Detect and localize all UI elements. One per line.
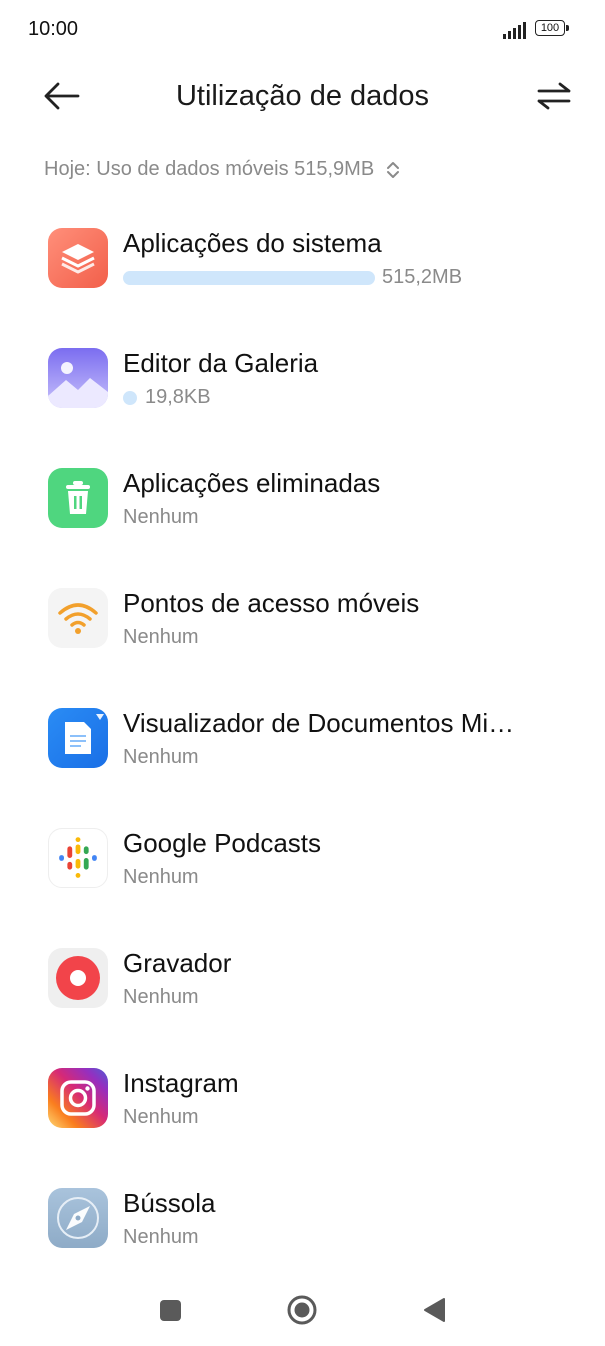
battery-level: 100 (540, 22, 560, 34)
battery-icon: 100 (535, 20, 569, 38)
summary-text: Hoje: Uso de dados móveis 515,9MB (44, 158, 375, 180)
signal-icon (503, 22, 526, 39)
home-button[interactable] (282, 1290, 322, 1330)
data-usage-period-selector[interactable]: Hoje: Uso de dados móveis 515,9MB (44, 158, 400, 181)
compass-icon (48, 1188, 108, 1248)
app-name: Aplicações eliminadas (123, 468, 381, 498)
usage-value: Nenhum (123, 986, 199, 1008)
system-apps-icon (48, 228, 108, 288)
app-name: Pontos de acesso móveis (123, 588, 420, 618)
app-name: Aplicações do sistema (123, 228, 382, 258)
navigation-bar (0, 1270, 605, 1346)
app-name: Editor da Galeria (123, 348, 319, 378)
usage-value: Nenhum (123, 1106, 199, 1128)
app-name: Gravador (123, 948, 232, 978)
app-name: Bússola (123, 1188, 216, 1218)
app-name: Visualizador de Documentos Mi… (123, 708, 515, 738)
status-bar: 10:00 100 (0, 0, 605, 60)
app-usage: Nenhum (123, 1226, 199, 1249)
app-usage: Nenhum (123, 626, 199, 649)
usage-value: Nenhum (123, 746, 199, 768)
sort-button[interactable] (530, 76, 578, 116)
list-item-google-podcasts[interactable]: Google Podcasts Nenhum (0, 800, 605, 920)
recents-icon (160, 1300, 181, 1321)
usage-value: Nenhum (123, 626, 199, 648)
usage-value: Nenhum (123, 866, 199, 888)
app-usage: Nenhum (123, 986, 199, 1009)
usage-value: 19,8KB (145, 386, 211, 408)
app-usage: Nenhum (123, 1106, 199, 1129)
usage-value: Nenhum (123, 1226, 199, 1248)
hotspot-icon (48, 588, 108, 648)
app-usage: Nenhum (123, 866, 199, 889)
usage-bar (123, 270, 375, 285)
app-usage: 19,8KB (123, 386, 211, 409)
app-usage: Nenhum (123, 506, 199, 529)
instagram-icon (48, 1068, 108, 1128)
app-usage: Nenhum (123, 746, 199, 769)
status-time: 10:00 (28, 18, 79, 40)
back-nav-button[interactable] (414, 1290, 454, 1330)
page-title: Utilização de dados (175, 80, 430, 112)
list-item-compass[interactable]: Bússola Nenhum (0, 1160, 605, 1280)
list-item-instagram[interactable]: Instagram Nenhum (0, 1040, 605, 1160)
back-triangle-icon (424, 1298, 445, 1322)
app-name: Instagram (123, 1068, 239, 1098)
gallery-editor-icon (48, 348, 108, 408)
podcasts-icon (48, 828, 108, 888)
usage-value: Nenhum (123, 506, 199, 528)
list-item-system-apps[interactable]: Aplicações do sistema 515,2MB (0, 200, 605, 320)
list-item-mobile-hotspot[interactable]: Pontos de acesso móveis Nenhum (0, 560, 605, 680)
app-name: Google Podcasts (123, 828, 322, 858)
app-usage: 515,2MB (123, 266, 462, 289)
recents-button[interactable] (150, 1290, 190, 1330)
recorder-icon (48, 948, 108, 1008)
header: Utilização de dados (0, 60, 605, 140)
document-viewer-icon (48, 708, 108, 768)
usage-value: 515,2MB (382, 266, 463, 288)
trash-icon (48, 468, 108, 528)
list-item-deleted-apps[interactable]: Aplicações eliminadas Nenhum (0, 440, 605, 560)
usage-dot (123, 390, 137, 405)
chevron-up-down-icon (387, 161, 400, 178)
swap-arrows-icon (537, 82, 571, 110)
list-item-gallery-editor[interactable]: Editor da Galeria 19,8KB (0, 320, 605, 440)
home-icon (287, 1295, 317, 1325)
list-item-mi-document-viewer[interactable]: Visualizador de Documentos Mi… Nenhum (0, 680, 605, 800)
list-item-recorder[interactable]: Gravador Nenhum (0, 920, 605, 1040)
